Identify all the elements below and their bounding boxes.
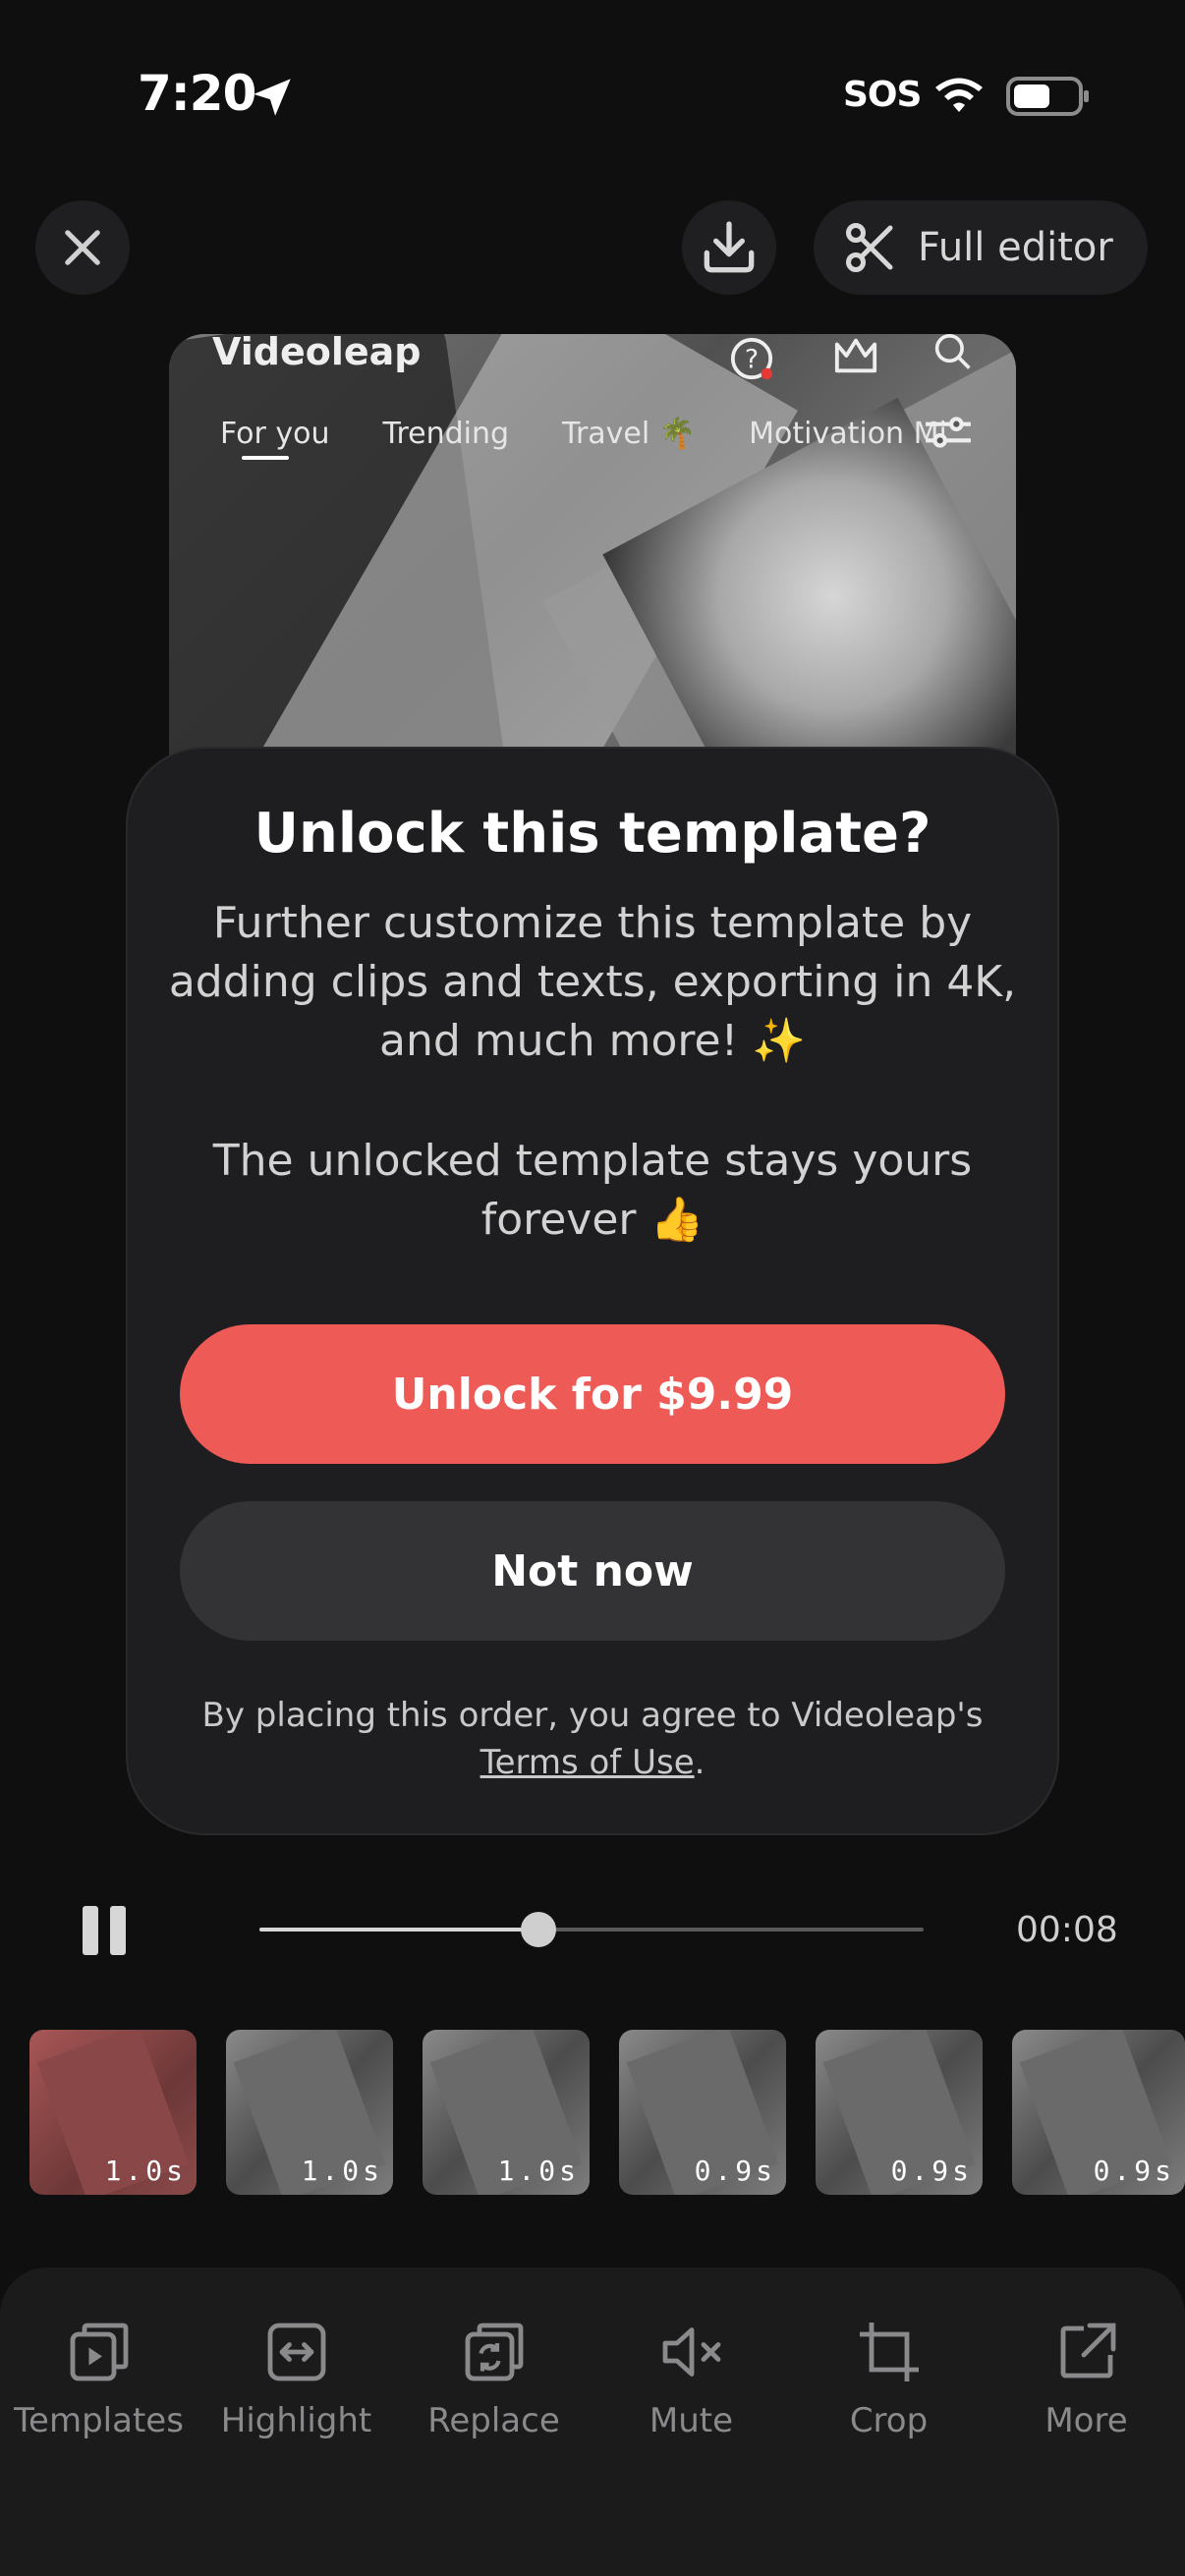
clip-duration: 0.9s: [694, 2155, 776, 2187]
crop-icon: [859, 2323, 919, 2381]
dialog-note: The unlocked template stays yours foreve…: [212, 1136, 973, 1245]
scrubber-handle[interactable]: [521, 1912, 556, 1947]
clip-duration: 0.9s: [1093, 2155, 1175, 2187]
filter-icon: [926, 417, 971, 448]
preview-app-name: Videoleap: [212, 334, 422, 373]
status-time: 7:20: [138, 65, 256, 122]
clip-duration: 0.9s: [890, 2155, 973, 2187]
terms-of-use-link[interactable]: Terms of Use: [480, 1743, 695, 1782]
templates-icon: [70, 2323, 128, 2381]
svg-text:?: ?: [745, 345, 759, 375]
share-icon: [1060, 2323, 1115, 2379]
download-button[interactable]: [682, 200, 776, 295]
preview-tab: Travel 🌴: [562, 417, 697, 451]
progress-fill: [259, 1928, 538, 1932]
wifi-icon: [935, 78, 983, 112]
clip-thumbnail[interactable]: 0.9s: [1012, 2030, 1185, 2195]
tool-label: Crop: [849, 2401, 929, 2440]
tool-label: Templates: [14, 2401, 184, 2440]
battery-icon: [1006, 77, 1089, 116]
search-icon: [934, 334, 971, 369]
clip-thumbnail[interactable]: 0.9s: [816, 2030, 983, 2195]
full-editor-label: Full editor: [918, 225, 1113, 270]
tool-label: Highlight: [220, 2401, 372, 2440]
help-icon: ?: [730, 337, 773, 380]
pause-button[interactable]: [83, 1906, 128, 1955]
preview-tab: Motivation Mi: [749, 417, 947, 451]
replace-icon: [465, 2323, 523, 2381]
dialog-title: Unlock this template?: [254, 802, 931, 866]
tool-templates[interactable]: Templates: [6, 2317, 193, 2440]
clip-thumbnail[interactable]: 0.9s: [619, 2030, 786, 2195]
preview-tabs: For you Trending Travel 🌴 Motivation Mi: [220, 417, 947, 451]
clip-thumbnail[interactable]: 1.0s: [29, 2030, 197, 2195]
legal-text: By placing this order, you agree to Vide…: [157, 1692, 1028, 1786]
toolbar-items: Templates Highlight Replace Mute Crop Mo…: [0, 2317, 1185, 2440]
not-now-button[interactable]: Not now: [180, 1501, 1005, 1641]
tool-more[interactable]: More: [993, 2317, 1180, 2440]
close-icon: [65, 230, 100, 265]
tool-label: More: [1044, 2401, 1128, 2440]
crown-icon: [834, 338, 877, 373]
highlight-icon: [267, 2323, 325, 2381]
preview-tab: Trending: [382, 417, 510, 451]
pause-icon: [83, 1906, 98, 1955]
tool-crop[interactable]: Crop: [796, 2317, 983, 2440]
playback-time: 00:08: [1016, 1910, 1118, 1950]
download-icon: [704, 221, 755, 273]
location-arrow-icon: [254, 79, 291, 116]
clip-duration: 1.0s: [301, 2155, 383, 2187]
clip-thumbnail[interactable]: 1.0s: [423, 2030, 590, 2195]
legal-prefix: By placing this order, you agree to Vide…: [201, 1696, 984, 1735]
clip-duration: 1.0s: [104, 2155, 187, 2187]
tool-label: Replace: [427, 2401, 560, 2440]
tool-label: Mute: [649, 2401, 734, 2440]
clip-duration: 1.0s: [497, 2155, 580, 2187]
tool-mute[interactable]: Mute: [598, 2317, 785, 2440]
preview-tab-indicator: [242, 456, 289, 460]
tool-highlight[interactable]: Highlight: [203, 2317, 390, 2440]
dialog-description: Further customize this template by addin…: [168, 898, 1017, 1066]
preview-tab: For you: [220, 417, 330, 451]
mute-icon: [662, 2327, 720, 2377]
full-editor-button[interactable]: Full editor: [814, 200, 1148, 295]
clip-thumbnail[interactable]: 1.0s: [226, 2030, 393, 2195]
legal-suffix: .: [694, 1743, 705, 1782]
close-button[interactable]: [35, 200, 130, 295]
scissors-icon: [846, 223, 893, 272]
clip-strip[interactable]: 1.0s 1.0s 1.0s 0.9s 0.9s 0.9s: [29, 2030, 1185, 2195]
tool-replace[interactable]: Replace: [401, 2317, 588, 2440]
unlock-button[interactable]: Unlock for $9.99: [180, 1324, 1005, 1464]
status-sos: SOS: [843, 75, 922, 115]
